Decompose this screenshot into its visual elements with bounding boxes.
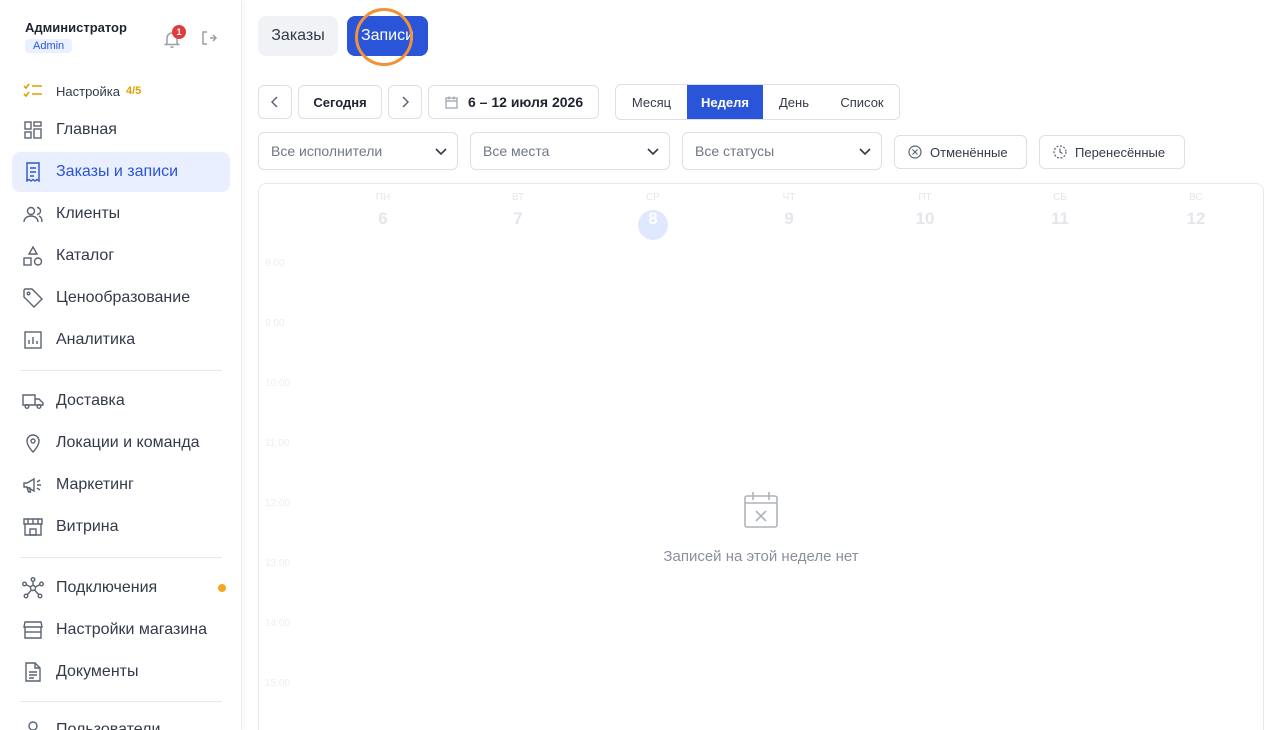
sidebar-item-pricing[interactable]: Ценообразование — [12, 278, 230, 318]
store-icon — [22, 619, 44, 641]
sidebar-item-analytics[interactable]: Аналитика — [12, 320, 230, 360]
view-week[interactable]: Неделя — [687, 85, 763, 119]
sidebar-divider — [20, 701, 222, 702]
sidebar-item-marketing[interactable]: Маркетинг — [12, 465, 230, 505]
view-switcher: Месяц Неделя День Список — [615, 84, 900, 120]
chevron-right-icon — [402, 96, 409, 108]
sidebar-item-label: Клиенты — [56, 205, 121, 222]
truck-icon — [22, 390, 44, 412]
user-icon — [22, 719, 44, 730]
tag-icon — [22, 287, 44, 309]
shapes-icon — [22, 245, 44, 267]
sidebar-item-label: Каталог — [56, 247, 115, 264]
setup-progress: 4/5 — [126, 85, 142, 97]
view-month[interactable]: Месяц — [616, 85, 687, 119]
pin-icon — [22, 432, 44, 454]
sidebar-divider — [20, 557, 222, 558]
chart-icon — [22, 329, 44, 351]
sidebar-item-catalog[interactable]: Каталог — [12, 236, 230, 276]
calendar-icon — [445, 96, 458, 109]
statuses-select[interactable]: Все статусы — [682, 132, 882, 170]
sidebar-item-label: Главная — [56, 121, 117, 138]
week-calendar: ПН 6 ВТ 7 СР 8 ЧТ 9 ПТ 10 СБ 11 ВС 12 8:00 9:00… — [258, 183, 1264, 730]
sidebar-item-label: Настройка — [56, 83, 120, 99]
sidebar-item-label: Ценообразование — [56, 289, 191, 306]
sidebar-item-orders-records[interactable]: Заказы и записи — [12, 152, 230, 192]
sidebar-item-connections[interactable]: Подключения — [12, 568, 230, 608]
sidebar-item-label: Настройки магазина — [56, 621, 208, 638]
user-name: Администратор — [25, 20, 127, 35]
grid-icon — [22, 119, 44, 141]
sidebar-item-label: Витрина — [56, 518, 119, 535]
sidebar-item-label: Заказы и записи — [56, 163, 179, 180]
empty-state: Записей на этой неделе нет — [259, 184, 1263, 730]
x-circle-icon — [908, 145, 922, 159]
clock-dashed-icon — [1053, 145, 1067, 159]
calendar-x-icon — [744, 492, 778, 528]
rescheduled-toggle-label: Перенесённые — [1075, 144, 1166, 160]
document-icon — [22, 661, 44, 683]
cancelled-toggle-label: Отменённые — [930, 144, 1008, 160]
megaphone-icon — [22, 474, 44, 496]
sidebar-item-delivery[interactable]: Доставка — [12, 381, 230, 421]
sidebar-item-label: Маркетинг — [56, 476, 134, 493]
date-range-label: 6 – 12 июля 2026 — [468, 94, 584, 110]
tab-records[interactable]: Записи — [347, 16, 428, 56]
statuses-select-value: Все статусы — [695, 143, 775, 159]
user-block: Администратор Admin — [25, 20, 127, 54]
sidebar-item-clients[interactable]: Клиенты — [12, 194, 230, 234]
cancelled-toggle[interactable]: Отменённые — [894, 135, 1027, 169]
date-range-picker[interactable]: 6 – 12 июля 2026 — [428, 85, 599, 119]
sidebar-divider — [20, 370, 222, 371]
tab-orders[interactable]: Заказы — [258, 16, 338, 56]
sidebar-item-label: Подключения — [56, 579, 158, 596]
sidebar-item-setup[interactable]: Настройка 4/5 — [12, 72, 230, 110]
checklist-icon — [22, 80, 44, 102]
empty-state-text: Записей на этой неделе нет — [663, 548, 859, 565]
today-button[interactable]: Сегодня — [298, 85, 382, 119]
performers-select-value: Все исполнители — [271, 143, 383, 159]
sidebar-item-storefront[interactable]: Витрина — [12, 507, 230, 547]
logout-icon[interactable] — [200, 29, 218, 47]
sidebar-item-label: Аналитика — [56, 331, 136, 348]
view-day[interactable]: День — [763, 85, 825, 119]
view-list[interactable]: Список — [825, 85, 899, 119]
performers-select[interactable]: Все исполнители — [258, 132, 458, 170]
rescheduled-toggle[interactable]: Перенесённые — [1039, 135, 1185, 169]
places-select-value: Все места — [483, 143, 550, 159]
chevron-down-icon — [435, 148, 447, 156]
next-week-button[interactable] — [388, 85, 422, 119]
sidebar-item-store-settings[interactable]: Настройки магазина — [12, 610, 230, 650]
sidebar-item-locations-team[interactable]: Локации и команда — [12, 423, 230, 463]
sidebar-item-label: Доставка — [56, 392, 125, 409]
chevron-down-icon — [647, 148, 659, 156]
sidebar: Администратор Admin 1 Настройка 4/5 Глав… — [0, 0, 242, 730]
chevron-down-icon — [859, 148, 871, 156]
sidebar-item-label: Документы — [56, 663, 139, 680]
sidebar-item-documents[interactable]: Документы — [12, 652, 230, 692]
sidebar-item-users[interactable]: Пользователи — [12, 710, 230, 730]
prev-week-button[interactable] — [258, 85, 292, 119]
receipt-icon — [22, 161, 44, 183]
connections-indicator-dot — [218, 584, 226, 592]
places-select[interactable]: Все места — [470, 132, 670, 170]
sidebar-item-label: Локации и команда — [56, 434, 200, 451]
notification-count: 1 — [172, 25, 186, 39]
main-content: Заказы Записи Сегодня 6 – 12 июля 2026 М… — [242, 0, 1280, 730]
storefront-icon — [22, 516, 44, 538]
role-badge: Admin — [25, 39, 73, 53]
chevron-left-icon — [271, 96, 278, 108]
sidebar-item-home[interactable]: Главная — [12, 110, 230, 150]
network-icon — [22, 577, 44, 599]
sidebar-item-label: Пользователи — [56, 721, 161, 730]
users-icon — [22, 203, 44, 225]
